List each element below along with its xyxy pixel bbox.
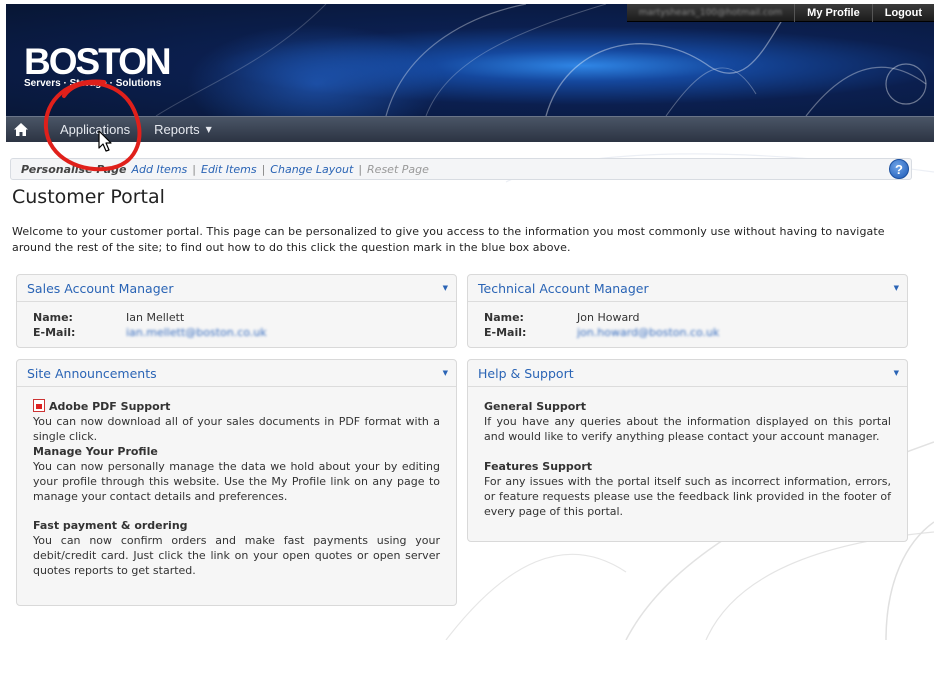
chevron-down-icon[interactable]: ▼ bbox=[443, 369, 448, 377]
home-button[interactable] bbox=[6, 117, 36, 143]
technical-account-panel: Technical Account Manager ▼ Name: Jon How… bbox=[467, 274, 908, 348]
announcement-title: Fast payment & ordering bbox=[33, 519, 188, 532]
announcement-text: You can now confirm orders and make fast… bbox=[33, 534, 440, 577]
user-toolbar: martyshears_100@hotmail.com My Profile L… bbox=[626, 4, 934, 22]
chevron-down-icon[interactable]: ▼ bbox=[443, 284, 448, 292]
logout-link[interactable]: Logout bbox=[871, 4, 934, 22]
announcement-text: You can now download all of your sales d… bbox=[33, 415, 440, 443]
user-email: martyshears_100@hotmail.com bbox=[638, 7, 783, 18]
edit-items-link[interactable]: Edit Items bbox=[196, 163, 262, 176]
announcement-text: You can now personally manage the data w… bbox=[33, 460, 440, 503]
chevron-down-icon[interactable]: ▼ bbox=[206, 125, 212, 134]
home-icon bbox=[14, 123, 28, 136]
reset-page-link: Reset Page bbox=[367, 162, 429, 176]
support-text: For any issues with the portal itself su… bbox=[484, 475, 891, 518]
annotation-circle bbox=[43, 79, 142, 172]
panel-header[interactable]: Site Announcements ▼ bbox=[17, 360, 456, 387]
chevron-down-icon[interactable]: ▼ bbox=[894, 284, 899, 292]
mouse-pointer-icon bbox=[98, 130, 112, 152]
site-announcements-panel: Site Announcements ▼ Adobe PDF Support Y… bbox=[16, 359, 457, 606]
sales-account-panel: Sales Account Manager ▼ Name: Ian Mellett… bbox=[16, 274, 457, 348]
pdf-icon bbox=[33, 399, 45, 412]
name-label: Name: bbox=[484, 311, 524, 324]
sales-manager-name: Ian Mellett bbox=[126, 311, 185, 324]
panel-header[interactable]: Sales Account Manager ▼ bbox=[17, 275, 456, 302]
panel-title: Technical Account Manager bbox=[478, 280, 649, 296]
chevron-down-icon[interactable]: ▼ bbox=[894, 369, 899, 377]
announcement-title: Manage Your Profile bbox=[33, 445, 158, 458]
my-profile-link[interactable]: My Profile bbox=[794, 4, 872, 22]
page-title: Customer Portal bbox=[12, 186, 165, 208]
support-text: If you have any queries about the inform… bbox=[484, 415, 891, 443]
panel-title: Site Announcements bbox=[27, 365, 157, 381]
panel-header[interactable]: Technical Account Manager ▼ bbox=[468, 275, 907, 302]
sales-manager-email[interactable]: ian.mellett@boston.co.uk bbox=[126, 325, 267, 340]
nav-reports[interactable]: Reports bbox=[154, 117, 200, 143]
email-label: E-Mail: bbox=[33, 326, 76, 339]
name-label: Name: bbox=[33, 311, 73, 324]
technical-manager-name: Jon Howard bbox=[577, 311, 640, 324]
panel-title: Sales Account Manager bbox=[27, 280, 174, 296]
question-mark-icon[interactable]: ? bbox=[889, 159, 909, 179]
intro-text: Welcome to your customer portal. This pa… bbox=[12, 225, 885, 254]
panel-header[interactable]: Help & Support ▼ bbox=[468, 360, 907, 387]
support-title: Features Support bbox=[484, 460, 593, 473]
help-support-panel: Help & Support ▼ General Support If you … bbox=[467, 359, 908, 542]
announcement-title: Adobe PDF Support bbox=[49, 400, 171, 413]
panel-title: Help & Support bbox=[478, 365, 574, 381]
technical-manager-email[interactable]: jon.howard@boston.co.uk bbox=[577, 325, 719, 340]
email-label: E-Mail: bbox=[484, 326, 527, 339]
change-layout-link[interactable]: Change Layout bbox=[265, 163, 358, 176]
support-title: General Support bbox=[484, 400, 586, 413]
